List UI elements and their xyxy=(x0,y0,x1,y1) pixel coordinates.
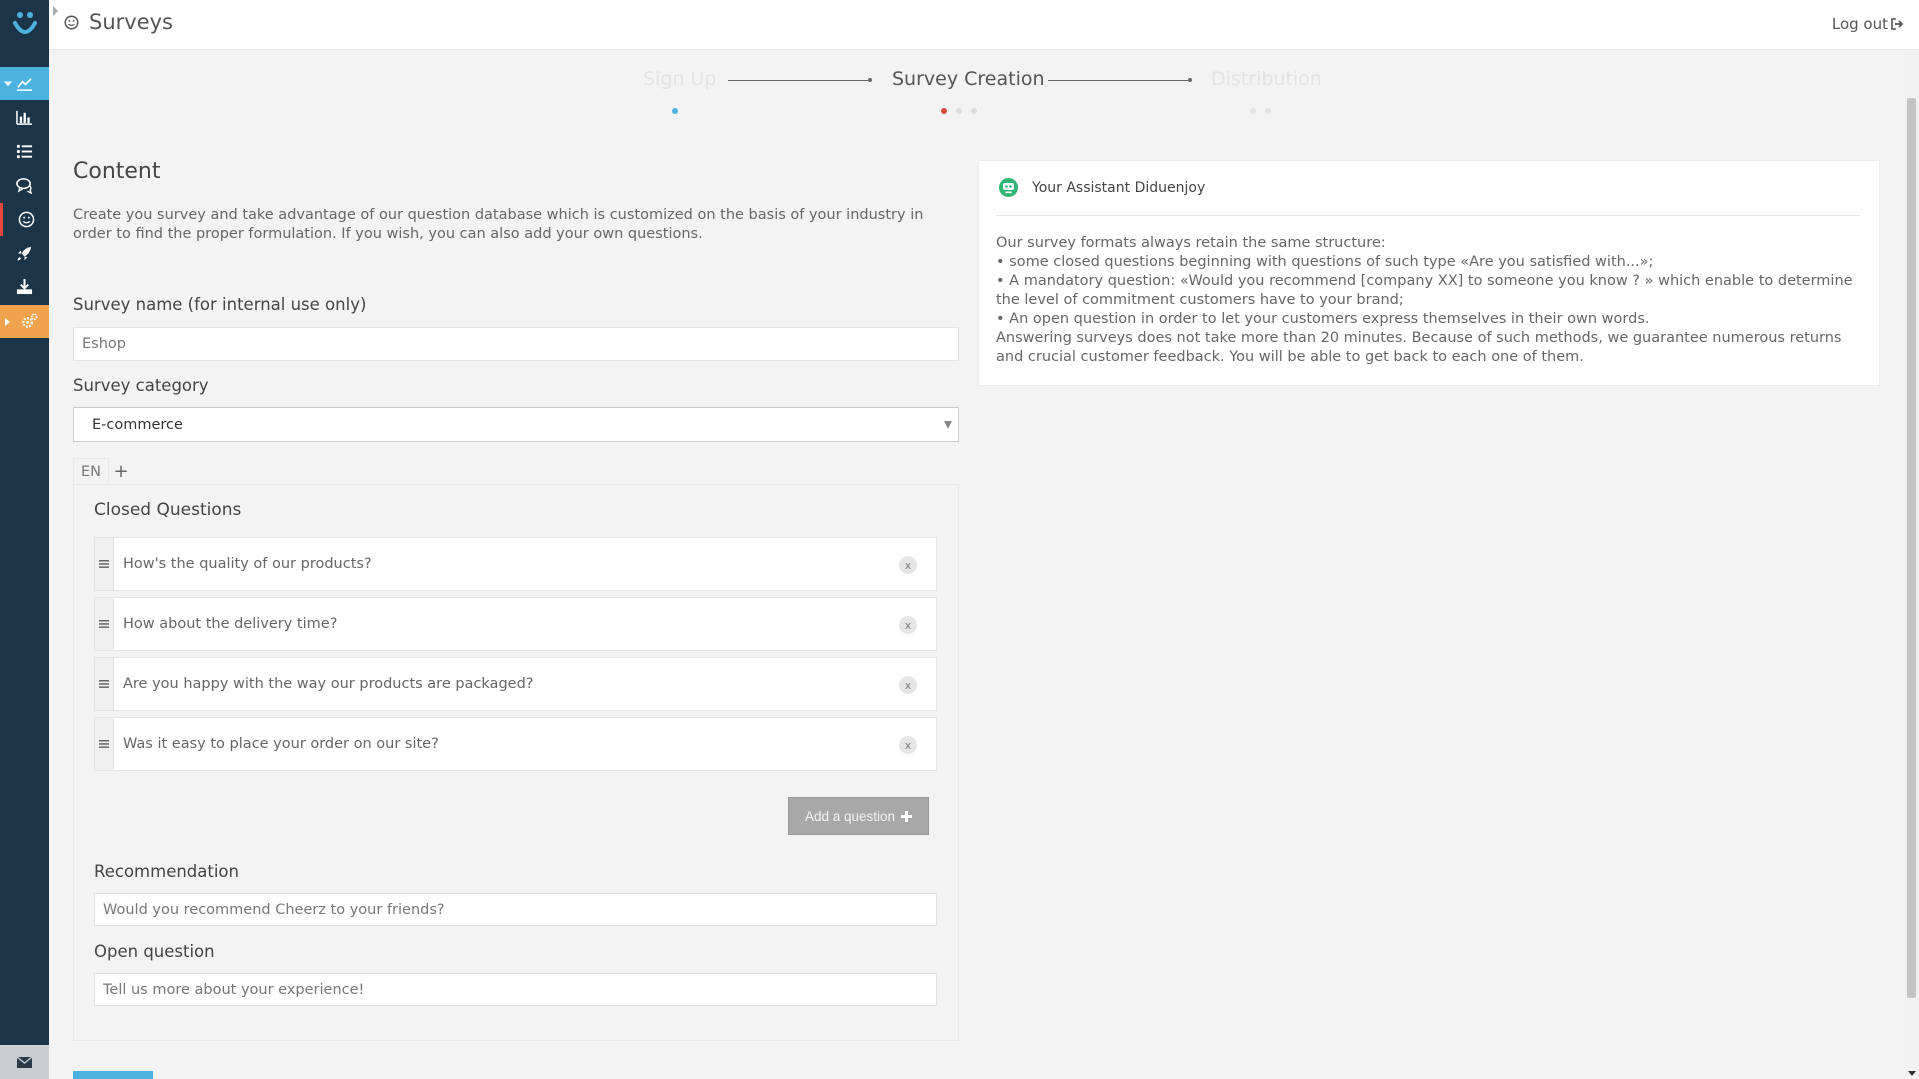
page-title: Surveys xyxy=(89,10,173,34)
question-row: Was it easy to place your order on our s… xyxy=(94,717,937,771)
question-input[interactable]: Are you happy with the way our products … xyxy=(114,657,937,711)
step-sign-up: Sign Up xyxy=(643,68,717,90)
assistant-line: Our survey formats always retain the sam… xyxy=(996,235,1386,251)
dropdown-arrow-icon xyxy=(944,421,952,429)
drag-handle-icon[interactable] xyxy=(94,597,114,651)
sidebar-item-launch[interactable] xyxy=(0,237,49,270)
question-text: How's the quality of our products? xyxy=(123,556,372,572)
open-question-label: Open question xyxy=(94,942,215,961)
section-title: Content xyxy=(73,159,161,184)
language-tabs: EN + xyxy=(73,458,133,484)
step-dot xyxy=(1250,108,1256,114)
question-input[interactable]: How's the quality of our products? x xyxy=(114,537,937,591)
step-dot xyxy=(1265,108,1271,114)
divider xyxy=(996,215,1860,216)
question-row: How about the delivery time? x xyxy=(94,597,937,651)
remove-question-button[interactable]: x xyxy=(899,556,917,574)
sidebar-item-list[interactable] xyxy=(0,135,49,168)
survey-category-value: E-commerce xyxy=(92,416,183,433)
next-button[interactable] xyxy=(73,1071,153,1079)
question-row: Are you happy with the way our products … xyxy=(94,657,937,711)
top-header: Surveys Log out xyxy=(49,0,1919,50)
question-text: Was it easy to place your order on our s… xyxy=(123,736,439,752)
assistant-avatar-icon xyxy=(999,178,1018,197)
question-row: How's the quality of our products? x xyxy=(94,537,937,591)
step-connector xyxy=(728,78,872,82)
sidebar-item-comments[interactable] xyxy=(0,169,49,202)
step-distribution: Distribution xyxy=(1211,68,1322,90)
list-icon xyxy=(16,144,33,159)
add-language-button[interactable]: + xyxy=(109,458,133,484)
plus-icon xyxy=(901,810,913,822)
recommendation-input[interactable]: Would you recommend Cheerz to your frien… xyxy=(94,893,937,926)
scroll-down-icon[interactable] xyxy=(1908,1071,1916,1076)
comments-icon xyxy=(16,178,33,194)
survey-name-input[interactable]: Eshop xyxy=(73,327,959,361)
smile-icon xyxy=(18,211,34,228)
remove-question-button[interactable]: x xyxy=(899,736,917,754)
add-question-button[interactable]: Add a question xyxy=(788,797,929,835)
assistant-line: Answering surveys does not take more tha… xyxy=(996,330,1842,365)
step-dot xyxy=(672,108,678,114)
sidebar xyxy=(0,0,49,1079)
rocket-icon xyxy=(17,246,32,261)
open-question-input[interactable]: Tell us more about your experience! xyxy=(94,973,937,1006)
closed-questions-title: Closed Questions xyxy=(94,500,242,520)
line-chart-icon xyxy=(16,78,33,91)
sidebar-item-dashboard[interactable] xyxy=(0,67,49,100)
remove-question-button[interactable]: x xyxy=(899,676,917,694)
sidebar-item-statistics[interactable] xyxy=(0,101,49,134)
tab-language-en[interactable]: EN xyxy=(73,458,109,484)
step-connector xyxy=(1048,78,1192,82)
question-text: How about the delivery time? xyxy=(123,616,338,632)
download-icon xyxy=(16,278,33,295)
step-dot xyxy=(956,108,962,114)
drag-handle-icon[interactable] xyxy=(94,537,114,591)
chevron-right-icon xyxy=(5,317,10,326)
sidebar-item-surveys[interactable] xyxy=(0,203,49,236)
assistant-name: Your Assistant Diduenjoy xyxy=(1032,179,1206,196)
page-scrollbar[interactable] xyxy=(1904,50,1919,1079)
assistant-line: • An open question in order to let your … xyxy=(996,311,1650,327)
remove-question-button[interactable]: x xyxy=(899,616,917,634)
bar-chart-icon xyxy=(16,110,33,125)
question-input[interactable]: Was it easy to place your order on our s… xyxy=(114,717,937,771)
diduenjoy-logo-icon[interactable] xyxy=(0,0,49,50)
sidebar-item-messages[interactable] xyxy=(0,1045,49,1079)
drag-handle-icon[interactable] xyxy=(94,657,114,711)
step-dot xyxy=(971,108,977,114)
sidebar-item-settings[interactable] xyxy=(0,305,49,338)
add-question-label: Add a question xyxy=(804,808,896,824)
sign-out-icon xyxy=(1891,18,1904,30)
assistant-line: • some closed questions beginning with q… xyxy=(996,254,1654,270)
assistant-line: • A mandatory question: «Would you recom… xyxy=(996,273,1853,308)
question-input[interactable]: How about the delivery time? x xyxy=(114,597,937,651)
sidebar-toggle-icon[interactable] xyxy=(53,6,58,16)
recommendation-label: Recommendation xyxy=(94,862,239,881)
survey-category-select[interactable]: E-commerce xyxy=(73,407,959,442)
envelope-icon xyxy=(17,1056,32,1068)
smile-icon xyxy=(64,15,79,34)
chevron-down-icon xyxy=(4,81,12,86)
question-text: Are you happy with the way our products … xyxy=(123,676,534,692)
step-dot-active xyxy=(941,108,947,114)
assistant-message: Our survey formats always retain the sam… xyxy=(996,234,1864,367)
step-survey-creation: Survey Creation xyxy=(892,68,1045,90)
logout-link[interactable]: Log out xyxy=(1832,15,1904,33)
section-description: Create you survey and take advantage of … xyxy=(73,207,924,242)
scroll-thumb[interactable] xyxy=(1907,98,1916,998)
assistant-header: Your Assistant Diduenjoy xyxy=(999,178,1205,197)
cogs-icon xyxy=(22,313,38,328)
sidebar-item-export[interactable] xyxy=(0,270,49,303)
logout-label: Log out xyxy=(1831,15,1888,33)
drag-handle-icon[interactable] xyxy=(94,717,114,771)
survey-name-label: Survey name (for internal use only) xyxy=(73,295,367,314)
survey-category-label: Survey category xyxy=(73,376,209,395)
